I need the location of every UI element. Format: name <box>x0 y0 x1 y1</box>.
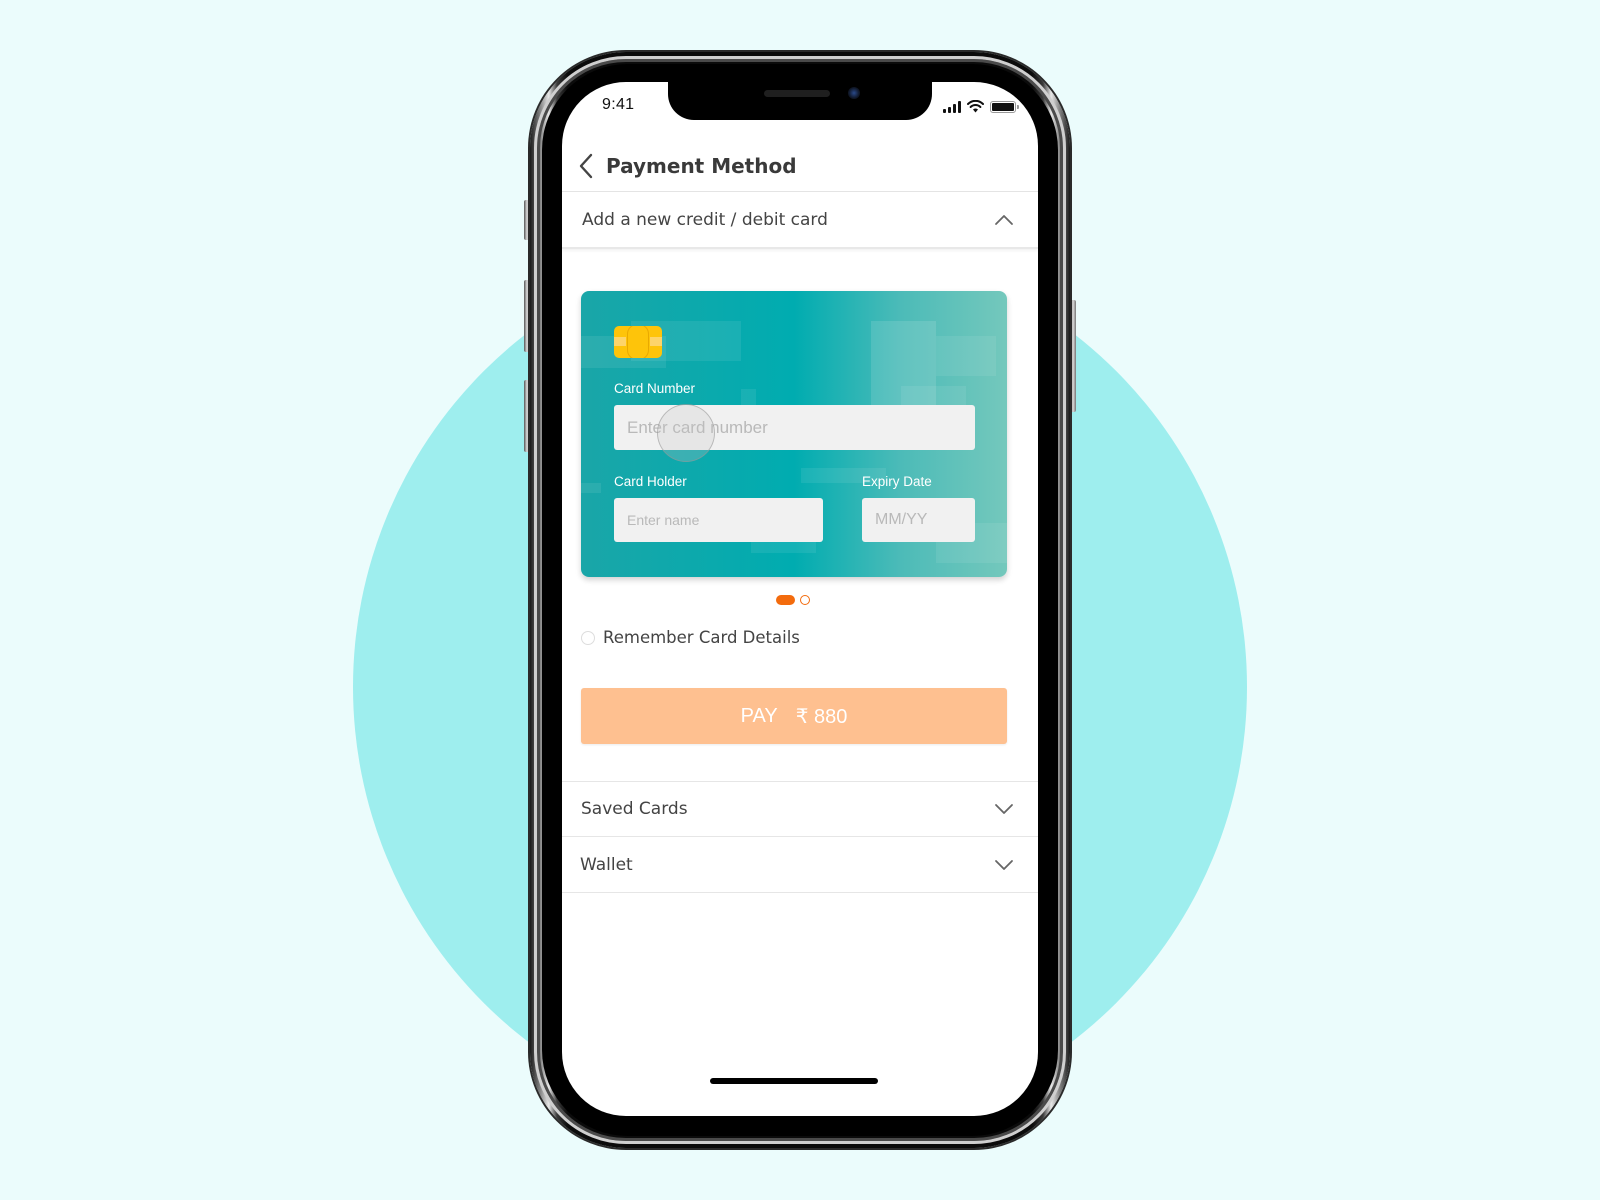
remember-label: Remember Card Details <box>603 628 800 647</box>
card-holder-label: Card Holder <box>614 474 687 489</box>
card-chip-icon <box>614 326 662 358</box>
camera-icon <box>848 87 860 99</box>
accordion-add-new-card[interactable]: Add a new credit / debit card <box>562 193 1038 249</box>
remember-card-option[interactable]: Remember Card Details <box>581 628 800 647</box>
chevron-left-icon <box>579 153 593 178</box>
signal-icon <box>943 100 961 113</box>
phone-screen: 9:41 Payment Method Add a new credit / d… <box>562 82 1038 1116</box>
currency-symbol: ₹ <box>795 705 809 728</box>
wifi-icon <box>967 100 984 113</box>
amount-value: 880 <box>813 705 848 728</box>
pager-dot-active[interactable] <box>776 595 795 605</box>
app-header: Payment Method <box>562 140 1038 192</box>
back-button[interactable] <box>568 146 604 186</box>
status-time: 9:41 <box>602 96 635 113</box>
accordion-label: Wallet <box>580 854 633 875</box>
expiry-date-input[interactable] <box>862 498 975 542</box>
status-icons <box>943 100 1019 113</box>
pay-amount: ₹ 880 <box>796 704 848 729</box>
home-indicator[interactable] <box>710 1078 878 1084</box>
expiry-date-label: Expiry Date <box>862 474 932 489</box>
chevron-up-icon <box>995 215 1013 225</box>
pay-button[interactable]: PAY ₹ 880 <box>581 688 1007 744</box>
card-number-input[interactable] <box>614 405 975 450</box>
accordion-label: Saved Cards <box>581 799 688 819</box>
accordion-wallet[interactable]: Wallet <box>562 837 1038 893</box>
card-pager <box>776 595 810 605</box>
accordion-saved-cards[interactable]: Saved Cards <box>562 781 1038 837</box>
pay-label: PAY <box>740 704 778 727</box>
card-preview: Card Number Card Holder Expiry Date <box>581 291 1007 577</box>
notch <box>668 82 932 120</box>
battery-icon <box>990 100 1019 113</box>
power-button <box>1070 300 1076 412</box>
chevron-down-icon <box>995 804 1013 814</box>
chevron-down-icon <box>995 859 1013 870</box>
card-holder-input[interactable] <box>614 498 823 542</box>
pager-dot[interactable] <box>800 595 810 605</box>
speaker-grille <box>764 90 830 97</box>
page-title: Payment Method <box>606 153 797 178</box>
remember-radio[interactable] <box>581 630 595 645</box>
accordion-label: Add a new credit / debit card <box>582 210 828 230</box>
card-number-label: Card Number <box>614 381 696 396</box>
